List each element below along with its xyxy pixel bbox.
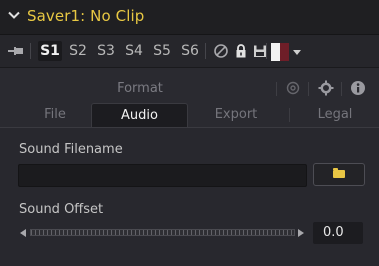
pin-icon[interactable]: [8, 45, 24, 57]
caret-down-icon[interactable]: [293, 50, 301, 55]
info-icon[interactable]: [350, 80, 366, 96]
audio-panel: Sound Filename Sound Offset 0.0: [0, 128, 379, 266]
tab-export[interactable]: Export: [196, 103, 276, 128]
sound-filename-input[interactable]: [18, 164, 307, 187]
slider-track[interactable]: [30, 229, 295, 236]
folder-icon: [333, 168, 345, 178]
sound-offset-slider[interactable]: [20, 227, 310, 238]
slot-s3-button[interactable]: S3: [94, 41, 118, 61]
sound-filename-label: Sound Filename: [19, 142, 123, 157]
color-swatch[interactable]: [280, 43, 289, 61]
slot-s4-button[interactable]: S4: [122, 41, 146, 61]
slot-s1-button[interactable]: S1: [38, 41, 62, 61]
tab-format[interactable]: Format: [90, 81, 190, 96]
slider-right-arrow-icon[interactable]: [298, 229, 304, 237]
tab-legal[interactable]: Legal: [300, 103, 370, 128]
tab-divider: [276, 82, 277, 96]
slot-s5-button[interactable]: S5: [150, 41, 174, 61]
node-toolbar: S1 S2 S3 S4 S5 S6: [0, 35, 379, 68]
tab-audio[interactable]: Audio: [91, 103, 188, 129]
node-title: Saver1: No Clip: [27, 7, 145, 25]
color-swatch[interactable]: [271, 43, 280, 61]
toolbar-divider: [266, 43, 267, 59]
node-header: Saver1: No Clip: [0, 0, 379, 35]
slot-s2-button[interactable]: S2: [66, 41, 90, 61]
sound-offset-input[interactable]: 0.0: [313, 222, 363, 244]
tab-divider: [341, 82, 342, 96]
disable-icon[interactable]: [213, 43, 229, 59]
tab-divider: [308, 82, 309, 96]
tab-file[interactable]: File: [30, 103, 80, 128]
settings-gear-icon[interactable]: [318, 80, 334, 96]
tab-divider: [289, 108, 290, 122]
node-graph-icon[interactable]: [285, 80, 301, 96]
browse-button[interactable]: [313, 163, 365, 186]
lock-icon[interactable]: [233, 43, 249, 59]
toolbar-divider: [30, 43, 31, 59]
toolbar-divider: [205, 43, 206, 59]
sound-offset-label: Sound Offset: [19, 202, 104, 217]
chevron-down-icon[interactable]: [8, 11, 20, 20]
slot-s6-button[interactable]: S6: [178, 41, 202, 61]
inspector-tabs: Format File Audio Export Legal: [0, 68, 379, 129]
slider-left-arrow-icon[interactable]: [20, 229, 26, 237]
